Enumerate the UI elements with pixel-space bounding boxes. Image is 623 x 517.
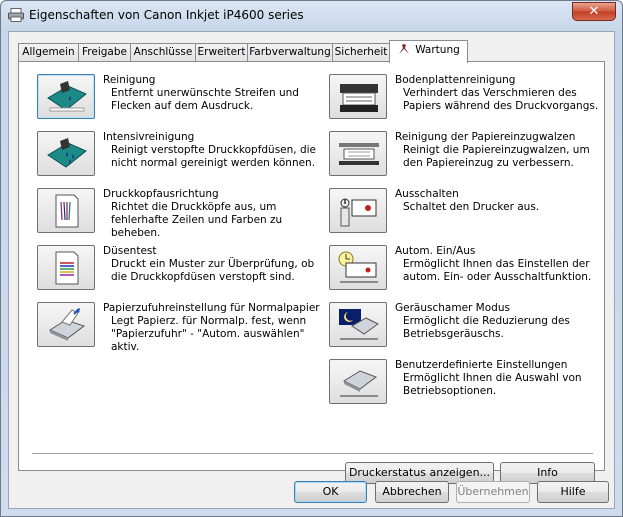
option-title: Druckkopfausrichtung bbox=[103, 188, 219, 200]
button-label: Info bbox=[537, 466, 558, 479]
maintenance-tools-icon bbox=[399, 44, 410, 54]
option-description: Legt Papierz. für Normalp. fest, wenn "P… bbox=[111, 315, 307, 353]
option-description: Ermöglicht Ihnen die Auswahl von Betrieb… bbox=[403, 372, 582, 397]
option-title: Papierzufuhreinstellung für Normalpapier bbox=[103, 302, 320, 314]
cancel-button[interactable]: Abbrechen bbox=[375, 481, 449, 503]
maintenance-panel: Reinigung Entfernt unerwünschte Streifen… bbox=[18, 61, 605, 484]
paper-source-button[interactable] bbox=[37, 302, 95, 347]
option-description: Druckt ein Muster zur Überprüfung, ob di… bbox=[111, 258, 315, 283]
cleaning-icon bbox=[47, 81, 87, 112]
tab-allgemein[interactable]: Allgemein bbox=[18, 43, 79, 62]
option-description: Verhindert das Verschmieren des Papiers … bbox=[403, 87, 599, 112]
tab-label: Wartung bbox=[415, 44, 460, 56]
dialog-client-area: Allgemein Freigabe Anschlüsse Erweitert … bbox=[8, 31, 615, 509]
tab-label: Freigabe bbox=[82, 46, 127, 58]
button-label: Übernehmen bbox=[457, 485, 529, 498]
tab-freigabe[interactable]: Freigabe bbox=[78, 43, 131, 62]
bottom-plate-cleaning-button[interactable] bbox=[329, 74, 387, 119]
button-label: Druckerstatus anzeigen... bbox=[348, 466, 491, 479]
nozzle-check-icon bbox=[55, 251, 79, 285]
separator bbox=[32, 453, 593, 455]
option-description: Richtet die Druckköpfe aus, um fehlerhaf… bbox=[111, 201, 283, 239]
print-head-alignment-icon bbox=[55, 194, 79, 228]
power-off-icon bbox=[340, 198, 377, 227]
option-description: Reinigt verstopfte Druckkopfdüsen, die n… bbox=[111, 144, 317, 169]
option-title: Reinigung bbox=[103, 74, 156, 86]
tab-label: Allgemein bbox=[22, 46, 75, 58]
apply-button[interactable]: Übernehmen bbox=[456, 481, 530, 503]
option-description: Entfernt unerwünschte Streifen und Fleck… bbox=[111, 87, 299, 112]
tab-label: Erweitert bbox=[197, 46, 246, 58]
tab-wartung[interactable]: Wartung bbox=[389, 40, 468, 63]
button-label: OK bbox=[322, 485, 339, 498]
tab-anschluesse[interactable]: Anschlüsse bbox=[130, 43, 196, 62]
option-title: Benutzerdefinierte Einstellungen bbox=[395, 359, 568, 371]
close-button[interactable]: ✕ bbox=[572, 2, 616, 21]
option-title: Reinigung der Papiereinzugwalzen bbox=[395, 131, 576, 143]
ok-button[interactable]: OK bbox=[294, 481, 367, 503]
nozzle-check-button[interactable] bbox=[37, 245, 95, 290]
tab-label: Anschlüsse bbox=[133, 46, 193, 58]
deep-cleaning-button[interactable] bbox=[37, 131, 95, 176]
tab-erweitert[interactable]: Erweitert bbox=[195, 43, 248, 62]
option-description: Ermöglicht die Reduzierung des Betriebsg… bbox=[403, 315, 570, 340]
cleaning-button[interactable] bbox=[37, 74, 95, 119]
quiet-mode-button[interactable] bbox=[329, 302, 387, 347]
custom-settings-icon bbox=[340, 370, 378, 397]
tab-label: Sicherheit bbox=[334, 46, 388, 58]
option-description: Reinigt die Papiereinzugwalzen, um den P… bbox=[403, 144, 590, 169]
deep-cleaning-icon bbox=[47, 138, 87, 168]
option-title: Düsentest bbox=[103, 245, 157, 257]
option-title: Ausschalten bbox=[395, 188, 459, 200]
roller-cleaning-icon bbox=[339, 143, 379, 165]
custom-settings-button[interactable] bbox=[329, 359, 387, 404]
option-title: Intensivreinigung bbox=[103, 131, 195, 143]
auto-power-icon bbox=[338, 251, 378, 283]
paper-source-icon bbox=[48, 308, 86, 341]
tab-label: Farbverwaltung bbox=[249, 46, 331, 58]
properties-window: Eigenschaften von Canon Inkjet iP4600 se… bbox=[0, 0, 623, 517]
close-icon: ✕ bbox=[588, 4, 600, 19]
auto-power-button[interactable] bbox=[329, 245, 387, 290]
print-head-alignment-button[interactable] bbox=[37, 188, 95, 233]
help-button[interactable]: Hilfe bbox=[537, 481, 609, 503]
printer-icon bbox=[8, 8, 24, 22]
power-off-button[interactable] bbox=[329, 188, 387, 233]
window-title: Eigenschaften von Canon Inkjet iP4600 se… bbox=[29, 8, 304, 22]
bottom-plate-cleaning-icon bbox=[340, 84, 378, 112]
tab-farbverwaltung[interactable]: Farbverwaltung bbox=[247, 43, 333, 62]
tab-sicherheit[interactable]: Sicherheit bbox=[332, 43, 390, 62]
option-description: Ermöglicht Ihnen das Einstellen der auto… bbox=[403, 258, 592, 283]
button-label: Abbrechen bbox=[382, 485, 442, 498]
option-title: Bodenplattenreinigung bbox=[395, 74, 516, 86]
roller-cleaning-button[interactable] bbox=[329, 131, 387, 176]
title-bar[interactable]: Eigenschaften von Canon Inkjet iP4600 se… bbox=[1, 1, 622, 31]
option-description: Schaltet den Drucker aus. bbox=[403, 201, 540, 213]
button-label: Hilfe bbox=[560, 485, 586, 498]
option-title: Geräuschamer Modus bbox=[395, 302, 510, 314]
quiet-mode-icon bbox=[339, 309, 379, 340]
option-title: Autom. Ein/Aus bbox=[395, 245, 476, 257]
